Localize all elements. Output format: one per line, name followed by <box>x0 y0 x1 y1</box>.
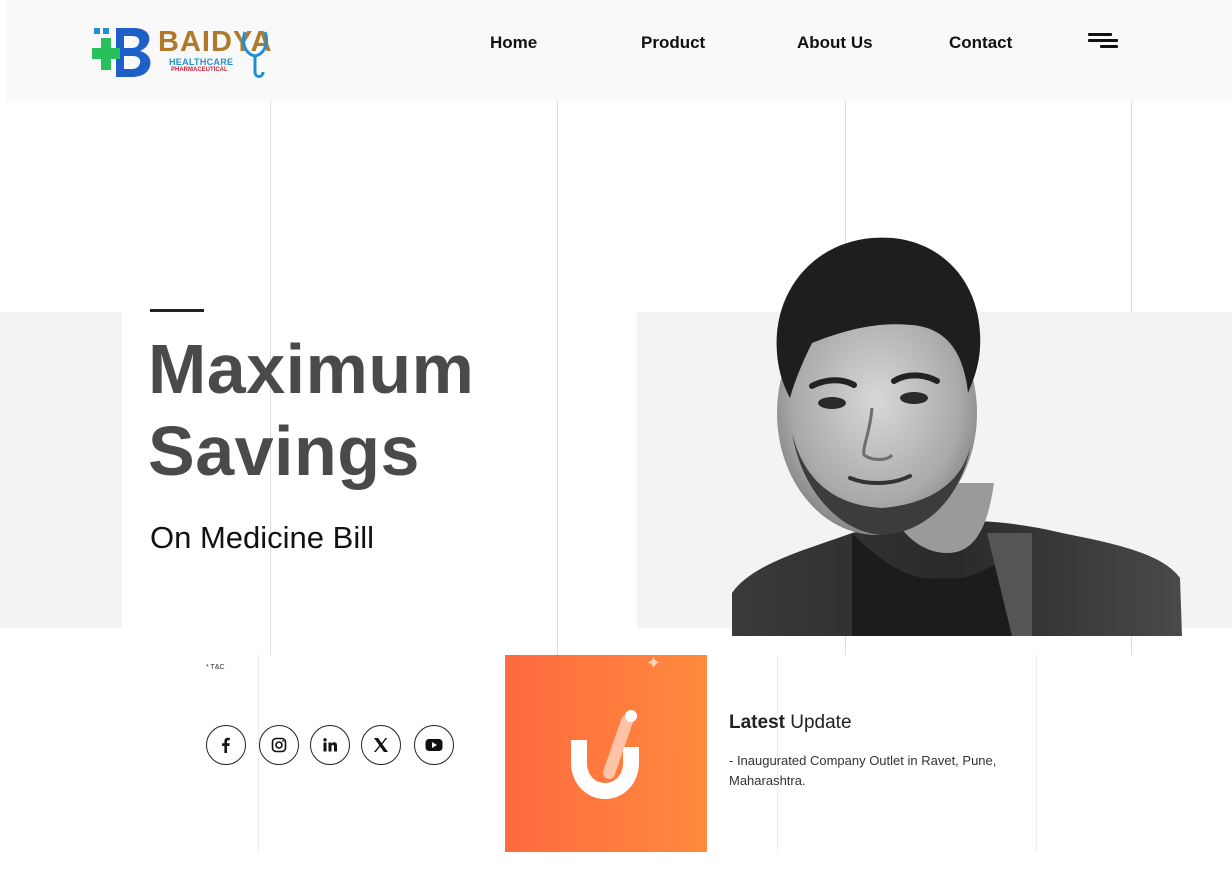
brand-tagline: HEALTHCARE <box>169 57 234 67</box>
menu-bar <box>1100 45 1118 48</box>
youtube-icon[interactable] <box>414 725 454 765</box>
instagram-glyph <box>271 737 287 753</box>
latest-update-title-rest: Update <box>784 712 852 733</box>
instagram-icon[interactable] <box>259 725 299 765</box>
mortar-pestle-icon <box>571 710 639 799</box>
nav-contact[interactable]: Contact <box>949 33 1012 53</box>
guide-line <box>1036 655 1037 852</box>
youtube-glyph <box>425 739 443 751</box>
latest-update-body: - Inaugurated Company Outlet in Ravet, P… <box>729 753 997 788</box>
latest-update-title-bold: Latest <box>729 712 785 733</box>
nav-home[interactable]: Home <box>490 33 537 53</box>
facebook-glyph <box>222 737 230 753</box>
facebook-icon[interactable] <box>206 725 246 765</box>
stethoscope-icon <box>241 31 269 78</box>
logo-mark-icon <box>92 28 151 77</box>
brand-logo[interactable]: BAIDYA HEALTHCARE PHARMACEUTICAL <box>92 24 297 82</box>
hero-subtitle: On Medicine Bill <box>150 520 374 555</box>
hero-title-line1: Maximum <box>148 330 475 408</box>
x-icon[interactable] <box>361 725 401 765</box>
terms-note: * T&C <box>206 664 225 671</box>
nav-about-us[interactable]: About Us <box>797 33 873 53</box>
latest-update-title: Latest Update <box>729 712 852 734</box>
hero-title: Maximum Savings <box>148 328 568 492</box>
linkedin-glyph <box>323 738 337 752</box>
brand-subtagline: PHARMACEUTICAL <box>171 67 228 73</box>
x-glyph <box>374 738 388 752</box>
nav-product[interactable]: Product <box>641 33 705 53</box>
hamburger-icon[interactable] <box>1086 33 1120 51</box>
promo-banner[interactable]: ✦ <box>505 653 707 852</box>
hero-title-line2: Savings <box>148 412 420 490</box>
linkedin-icon[interactable] <box>310 725 350 765</box>
title-accent-line <box>150 309 204 312</box>
guide-line <box>258 655 259 852</box>
person-portrait <box>732 237 1182 636</box>
hero-band <box>0 312 122 628</box>
sparkle-icon: ✦ <box>646 653 662 673</box>
menu-bar <box>1088 33 1112 36</box>
menu-bar <box>1088 39 1118 42</box>
